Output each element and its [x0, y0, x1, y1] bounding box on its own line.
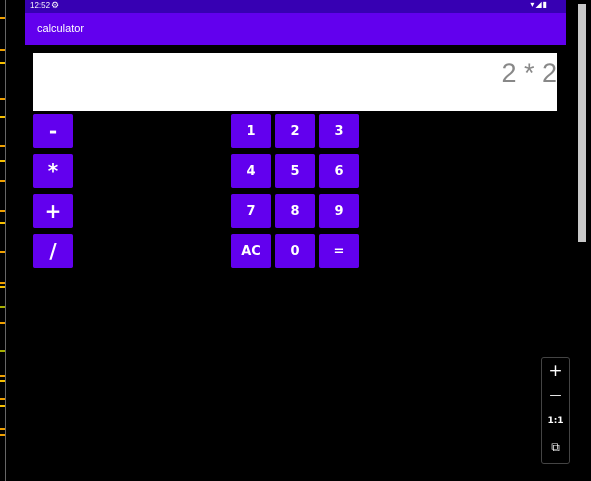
- gear-icon: ⚙: [51, 0, 60, 10]
- digit-2-button[interactable]: 2: [275, 114, 315, 148]
- calculator-display: 2 * 2: [33, 53, 557, 111]
- window-divider: [5, 0, 6, 481]
- display-expression: 2 * 2: [501, 58, 557, 88]
- zoom-out-button[interactable]: —: [542, 388, 569, 402]
- multiply-button[interactable]: *: [33, 154, 73, 188]
- status-time: 12:52: [30, 1, 51, 10]
- minus-button[interactable]: -: [33, 114, 73, 148]
- actual-size-button[interactable]: 1:1: [542, 416, 569, 426]
- status-icons: ▾◢▮: [530, 0, 548, 9]
- app-bar: calculator: [25, 13, 566, 45]
- status-bar: 12:52 ⚙ ▾◢▮: [25, 0, 566, 13]
- clear-button[interactable]: AC: [231, 234, 271, 268]
- digit-7-button[interactable]: 7: [231, 194, 271, 228]
- digit-1-button[interactable]: 1: [231, 114, 271, 148]
- equals-button[interactable]: =: [319, 234, 359, 268]
- digit-3-button[interactable]: 3: [319, 114, 359, 148]
- scrollbar-thumb[interactable]: [578, 4, 586, 242]
- digit-9-button[interactable]: 9: [319, 194, 359, 228]
- digit-4-button[interactable]: 4: [231, 154, 271, 188]
- digit-5-button[interactable]: 5: [275, 154, 315, 188]
- digit-8-button[interactable]: 8: [275, 194, 315, 228]
- digit-6-button[interactable]: 6: [319, 154, 359, 188]
- fit-screen-button[interactable]: ⧉: [542, 440, 569, 455]
- app-title: calculator: [37, 23, 85, 35]
- zoom-in-button[interactable]: +: [542, 361, 569, 381]
- plus-button[interactable]: +: [33, 194, 73, 228]
- zoom-panel: + — 1:1 ⧉: [541, 357, 570, 464]
- divide-button[interactable]: /: [33, 234, 73, 268]
- digit-0-button[interactable]: 0: [275, 234, 315, 268]
